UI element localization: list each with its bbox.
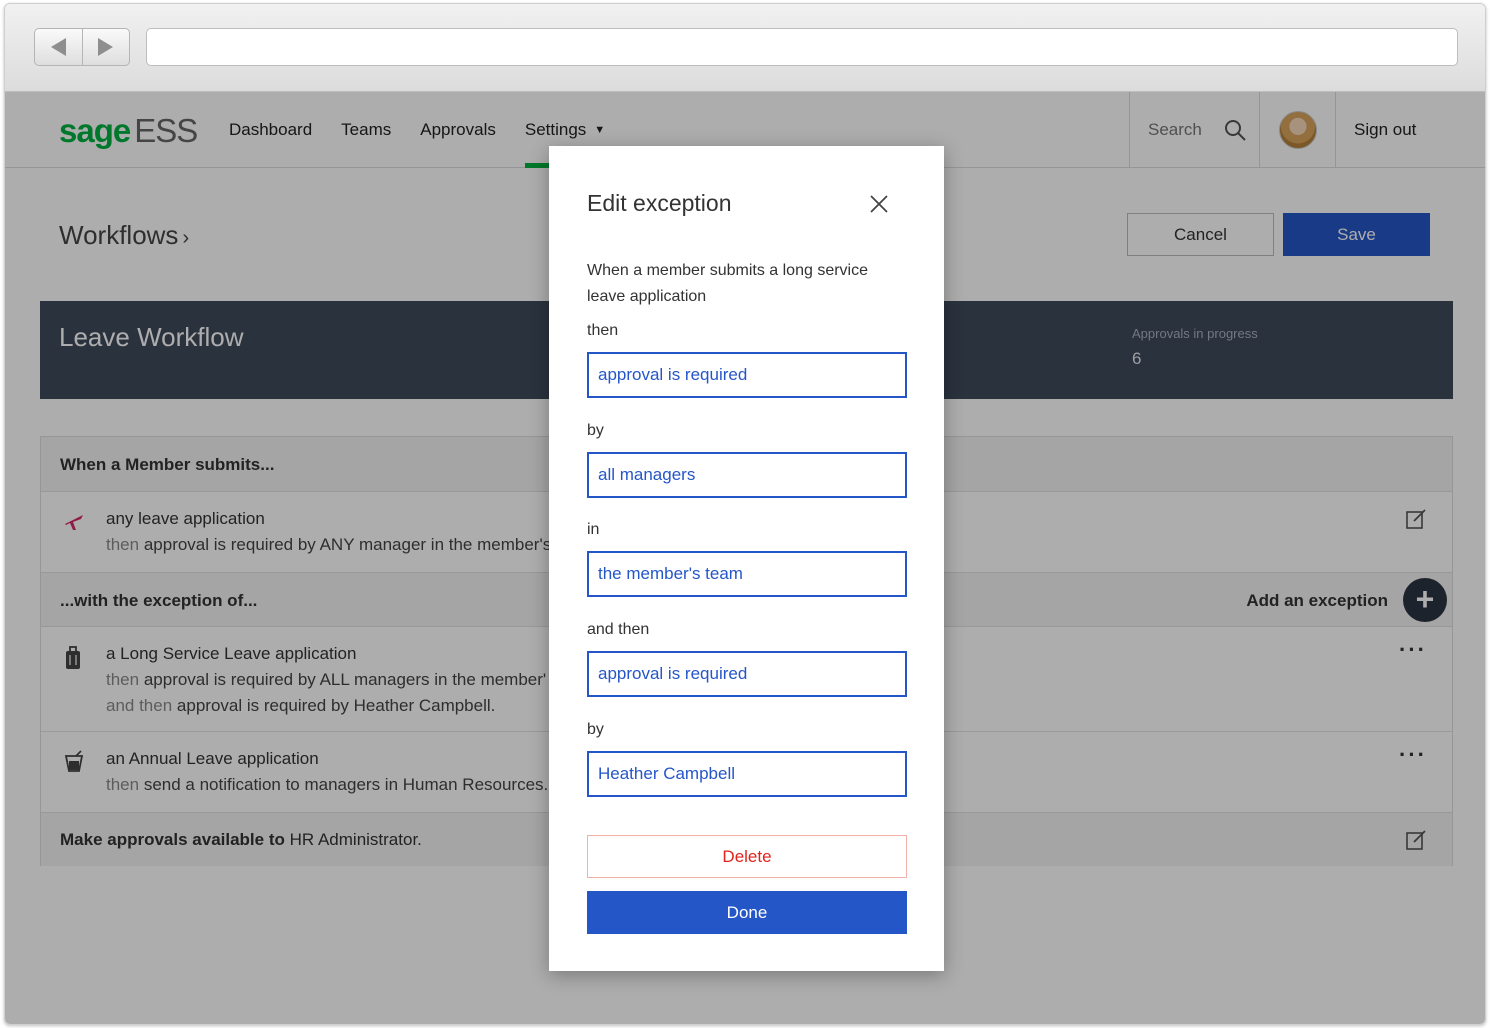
field-label-by: by xyxy=(587,422,604,439)
close-icon[interactable] xyxy=(867,192,891,216)
approver-select[interactable]: all managers xyxy=(587,452,907,498)
second-approval-select[interactable]: approval is required xyxy=(587,651,907,697)
forward-button[interactable] xyxy=(83,29,130,65)
field-label-in: in xyxy=(587,521,600,538)
dialog-title: Edit exception xyxy=(587,190,732,216)
field-label-and-then: and then xyxy=(587,621,650,638)
done-button[interactable]: Done xyxy=(587,891,907,934)
address-bar[interactable] xyxy=(146,28,1458,66)
dialog-description: When a member submits a long service lea… xyxy=(587,262,868,305)
delete-button[interactable]: Delete xyxy=(587,835,907,878)
back-button[interactable] xyxy=(35,29,83,65)
field-label-then: then xyxy=(587,322,619,339)
field-label-by-2: by xyxy=(587,721,604,738)
browser-chrome xyxy=(5,4,1485,92)
scope-select[interactable]: the member's team xyxy=(587,551,907,597)
browser-window: sage ESS Dashboard Teams Approvals Settin… xyxy=(4,3,1486,1025)
second-approver-select[interactable]: Heather Campbell xyxy=(587,751,907,797)
forward-arrow-icon xyxy=(98,38,114,56)
browser-nav-buttons xyxy=(34,28,130,66)
back-arrow-icon xyxy=(50,38,66,56)
edit-exception-dialog: Edit exception When a member submits a l… xyxy=(549,146,944,971)
approval-select[interactable]: approval is required xyxy=(587,352,907,398)
